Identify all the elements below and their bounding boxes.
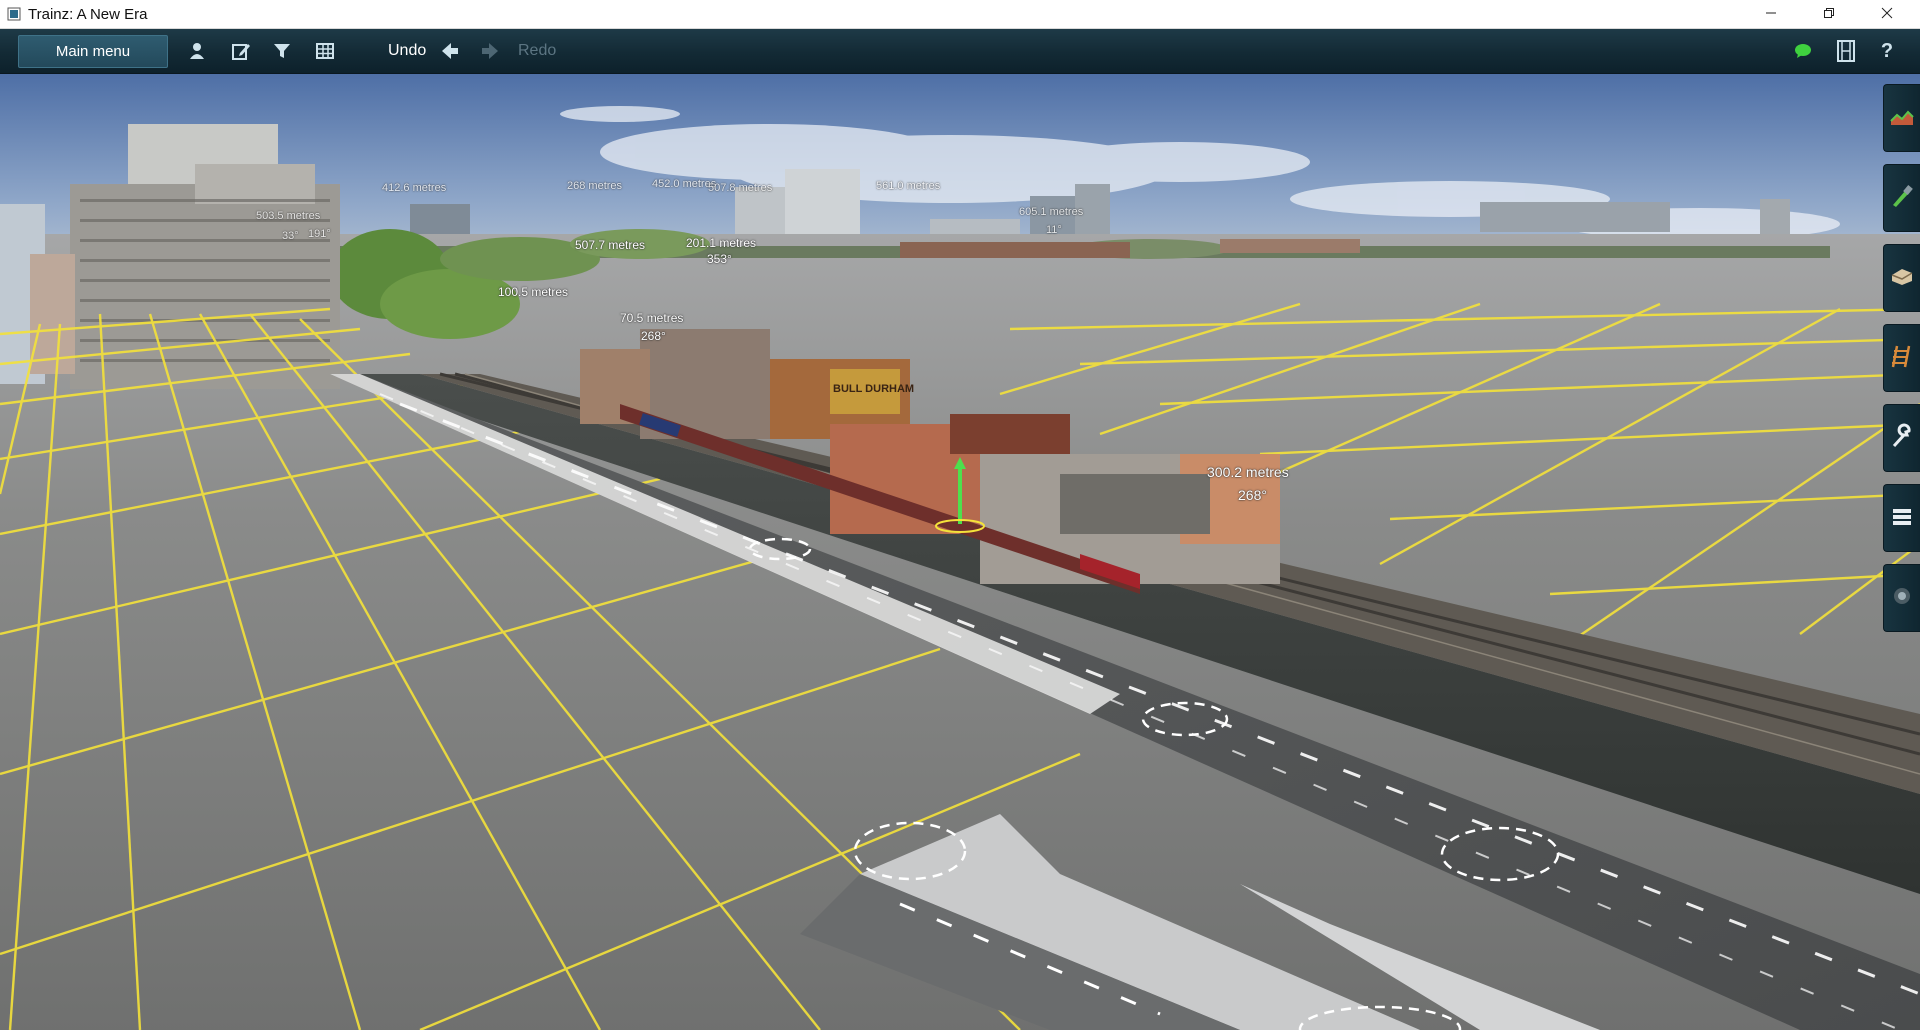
edit-icon[interactable] — [229, 39, 253, 63]
window-title: Trainz: A New Era — [28, 5, 148, 23]
online-status-icon[interactable] — [1791, 39, 1815, 63]
paint-tool-button[interactable] — [1883, 164, 1920, 232]
measurement-label: 268° — [641, 329, 666, 343]
measurement-label: 201.1 metres — [686, 236, 757, 250]
terrain-tool-button[interactable] — [1883, 84, 1920, 152]
measurement-label: 268° — [1238, 487, 1267, 503]
redo-button-label[interactable]: Redo — [518, 42, 556, 60]
measurement-label: 412.6 metres — [382, 182, 447, 194]
redo-arrow-icon[interactable] — [478, 39, 502, 63]
measurement-label: 503.5 metres — [256, 210, 321, 222]
measurement-label: 33° — [282, 230, 299, 242]
tools-wrench-button[interactable] — [1883, 404, 1920, 472]
editor-toolbar: Main menu Undo Redo ? — [0, 29, 1920, 74]
measurement-label: 452.0 metres — [652, 178, 717, 190]
restore-button[interactable] — [1806, 0, 1852, 29]
help-icon[interactable]: ? — [1875, 39, 1899, 63]
film-icon[interactable] — [1834, 39, 1858, 63]
measurement-label: 353° — [707, 252, 732, 266]
measurement-label: 561.0 metres — [876, 180, 941, 192]
layers-icon — [1889, 503, 1915, 534]
measurement-label: 507.7 metres — [575, 238, 646, 252]
measurement-label: 605.1 metres — [1019, 206, 1084, 218]
track-tool-icon — [1889, 343, 1915, 374]
measurement-label: 11° — [1046, 224, 1062, 236]
measurement-label: 100.5 metres — [498, 285, 569, 299]
objects-tool-button[interactable] — [1883, 244, 1920, 312]
terrain-tool-icon — [1889, 103, 1915, 134]
undo-button-label[interactable]: Undo — [388, 42, 426, 60]
3d-viewport[interactable]: BULL DURHAM 412.6 metres 503.5 metres 33… — [0, 74, 1920, 1030]
filter-icon[interactable] — [270, 39, 294, 63]
billboard-text: BULL DURHAM — [833, 383, 914, 395]
settings-icon — [1890, 584, 1914, 613]
tools-wrench-icon — [1889, 423, 1915, 454]
grid-icon[interactable] — [313, 39, 337, 63]
measurement-label: 268 metres — [567, 180, 623, 192]
undo-arrow-icon[interactable] — [438, 39, 462, 63]
measurement-label: 191° — [308, 228, 331, 240]
help-label: ? — [1880, 39, 1894, 62]
close-button[interactable] — [1864, 0, 1910, 29]
measurement-label: 300.2 metres — [1207, 464, 1289, 480]
window-title-bar: Trainz: A New Era — [0, 0, 1920, 29]
minimize-button[interactable] — [1748, 0, 1794, 29]
measurement-label: 507.8 metres — [708, 182, 773, 194]
trainz-app-icon — [6, 6, 22, 22]
minimize-icon — [1765, 6, 1777, 24]
paint-tool-icon — [1889, 183, 1915, 214]
driver-icon[interactable] — [185, 39, 209, 63]
main-menu-button[interactable]: Main menu — [18, 35, 168, 68]
settings-button[interactable] — [1883, 564, 1920, 632]
restore-icon — [1823, 6, 1835, 24]
track-tool-button[interactable] — [1883, 324, 1920, 392]
layers-button[interactable] — [1883, 484, 1920, 552]
measurement-label: 70.5 metres — [620, 311, 684, 325]
close-icon — [1881, 6, 1893, 24]
objects-tool-icon — [1889, 263, 1915, 294]
